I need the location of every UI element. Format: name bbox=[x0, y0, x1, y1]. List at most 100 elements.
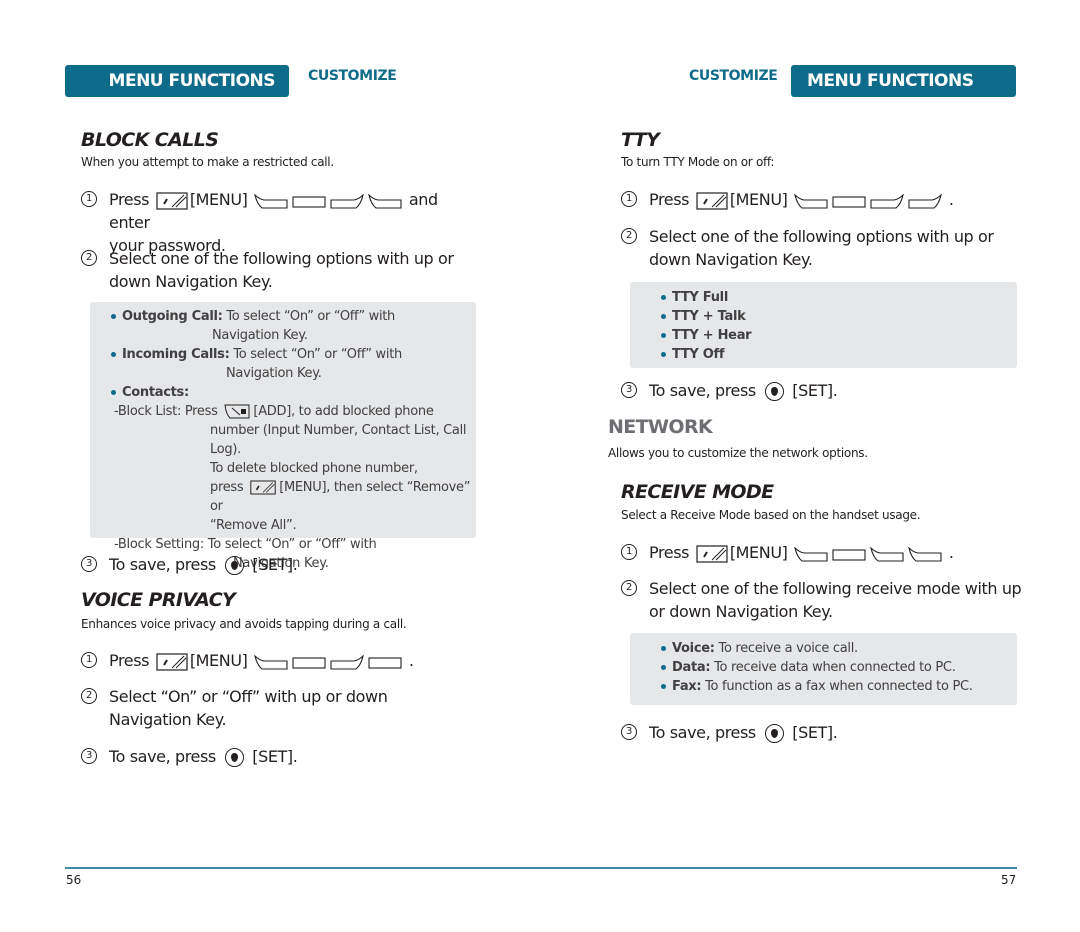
voice-privacy-step-1: 1 Press [MENU] . bbox=[81, 649, 481, 672]
menu-label: [MENU] bbox=[729, 190, 788, 209]
receive-mode-title: RECEIVE MODE bbox=[621, 481, 774, 503]
step-text: To save, press bbox=[649, 723, 756, 742]
step-text: Press bbox=[649, 543, 690, 562]
tty-step-3: 3 To save, press [SET]. bbox=[621, 379, 1021, 402]
customize-label: CUSTOMIZE bbox=[689, 68, 778, 84]
key-1-icon bbox=[794, 546, 828, 562]
option-text: Navigation Key. bbox=[226, 366, 322, 381]
key-1-icon bbox=[794, 193, 828, 209]
step-text: To save, press bbox=[649, 381, 756, 400]
option-tty-full: TTY Full bbox=[658, 288, 1017, 307]
option-contacts: Contacts: bbox=[108, 383, 476, 402]
option-text: number (Input Number, Contact List, Call… bbox=[210, 423, 467, 457]
option-text: Navigation Key. bbox=[212, 328, 308, 343]
option-voice: Voice: To receive a voice call. bbox=[658, 639, 1017, 658]
menu-functions-tab: MENU FUNCTIONS bbox=[65, 65, 289, 97]
option-tty-off: TTY Off bbox=[658, 345, 1017, 364]
step-number: 1 bbox=[81, 191, 97, 207]
set-key-icon bbox=[764, 724, 784, 743]
step-text: Navigation Key. bbox=[109, 710, 227, 729]
menu-key-icon bbox=[156, 192, 188, 210]
key-1-icon bbox=[908, 546, 942, 562]
menu-key-icon bbox=[696, 192, 728, 210]
network-title: NETWORK bbox=[608, 416, 713, 438]
menu-label: [MENU] bbox=[729, 543, 788, 562]
block-setting-line: -Block Setting: To select “On” or “Off” … bbox=[114, 537, 377, 552]
set-key-icon bbox=[224, 748, 244, 767]
voice-privacy-description: Enhances voice privacy and avoids tappin… bbox=[81, 617, 407, 631]
step-number: 2 bbox=[81, 688, 97, 704]
menu-label: [MENU] bbox=[189, 190, 248, 209]
block-list-line: -Block List: Press [ADD], to add blocked… bbox=[114, 404, 434, 419]
receive-mode-step-3: 3 To save, press [SET]. bbox=[621, 721, 1021, 744]
step-text: or down Navigation Key. bbox=[649, 602, 833, 621]
key-3-icon bbox=[870, 193, 904, 209]
menu-key-icon bbox=[696, 545, 728, 563]
key-8-icon bbox=[832, 193, 866, 209]
set-label: [SET]. bbox=[252, 747, 298, 766]
menu-label: [MENU] bbox=[189, 651, 248, 670]
key-3-icon bbox=[330, 654, 364, 670]
key-1-icon bbox=[254, 654, 288, 670]
page-number-left: 56 bbox=[66, 873, 82, 887]
key-4-icon bbox=[870, 546, 904, 562]
block-calls-description: When you attempt to make a restricted ca… bbox=[81, 155, 334, 169]
add-key-icon bbox=[224, 404, 250, 419]
block-calls-step-2: 2 Select one of the following options wi… bbox=[81, 247, 481, 293]
option-tty-hear: TTY + Hear bbox=[658, 326, 1017, 345]
menu-key-icon bbox=[250, 480, 276, 495]
tty-step-1: 1 Press [MENU] . bbox=[621, 188, 1021, 211]
step-number: 1 bbox=[621, 191, 637, 207]
tty-options-box: TTY Full TTY + Talk TTY + Hear TTY Off bbox=[630, 282, 1017, 368]
step-text: . bbox=[948, 190, 954, 209]
step-text: Press bbox=[109, 190, 150, 209]
key-3-icon bbox=[330, 193, 364, 209]
left-page: MENU FUNCTIONS CUSTOMIZE BLOCK CALLS Whe… bbox=[0, 0, 540, 932]
block-calls-title: BLOCK CALLS bbox=[81, 129, 219, 151]
page-number-right: 57 bbox=[1001, 873, 1017, 887]
tty-step-2: 2 Select one of the following options wi… bbox=[621, 225, 1021, 271]
option-fax: Fax: To function as a fax when connected… bbox=[658, 677, 1017, 696]
footer-divider bbox=[65, 867, 1017, 869]
key-4-icon bbox=[368, 193, 402, 209]
step-text: Select one of the following options with… bbox=[649, 227, 994, 246]
step-text: down Navigation Key. bbox=[649, 250, 813, 269]
step-number: 2 bbox=[621, 228, 637, 244]
set-key-icon bbox=[224, 556, 244, 575]
option-outgoing-call: Outgoing Call: To select “On” or “Off” w… bbox=[108, 307, 476, 326]
step-text: Select one of the following receive mode… bbox=[649, 579, 1022, 598]
key-8-icon bbox=[292, 193, 326, 209]
customize-label: CUSTOMIZE bbox=[308, 68, 397, 84]
set-key-icon bbox=[764, 382, 784, 401]
receive-mode-options-box: Voice: To receive a voice call. Data: To… bbox=[630, 633, 1017, 705]
step-text: down Navigation Key. bbox=[109, 272, 273, 291]
step-number: 1 bbox=[621, 544, 637, 560]
key-8-icon bbox=[292, 654, 326, 670]
set-label: [SET]. bbox=[792, 381, 838, 400]
step-text: Press bbox=[109, 651, 150, 670]
option-tty-talk: TTY + Talk bbox=[658, 307, 1017, 326]
step-number: 3 bbox=[81, 748, 97, 764]
step-text: . bbox=[948, 543, 954, 562]
step-number: 2 bbox=[621, 580, 637, 596]
set-label: [SET]. bbox=[252, 555, 298, 574]
option-incoming-calls: Incoming Calls: To select “On” or “Off” … bbox=[108, 345, 476, 364]
key-8-icon bbox=[832, 546, 866, 562]
network-description: Allows you to customize the network opti… bbox=[608, 446, 868, 460]
option-text: To delete blocked phone number, bbox=[210, 461, 418, 476]
receive-mode-step-1: 1 Press [MENU] . bbox=[621, 541, 1021, 564]
step-text: Select “On” or “Off” with up or down bbox=[109, 687, 388, 706]
step-text: To save, press bbox=[109, 555, 216, 574]
tty-description: To turn TTY Mode on or off: bbox=[621, 155, 775, 169]
voice-privacy-step-2: 2 Select “On” or “Off” with up or down N… bbox=[81, 685, 481, 731]
menu-functions-tab: MENU FUNCTIONS bbox=[791, 65, 1016, 97]
step-number: 3 bbox=[621, 724, 637, 740]
voice-privacy-step-3: 3 To save, press [SET]. bbox=[81, 745, 481, 768]
block-calls-step-3: 3 To save, press [SET]. bbox=[81, 553, 481, 576]
step-text: To save, press bbox=[109, 747, 216, 766]
key-6-icon bbox=[908, 193, 942, 209]
step-number: 1 bbox=[81, 652, 97, 668]
step-number: 3 bbox=[621, 382, 637, 398]
option-text: “Remove All”. bbox=[210, 518, 297, 533]
step-text: . bbox=[408, 651, 414, 670]
